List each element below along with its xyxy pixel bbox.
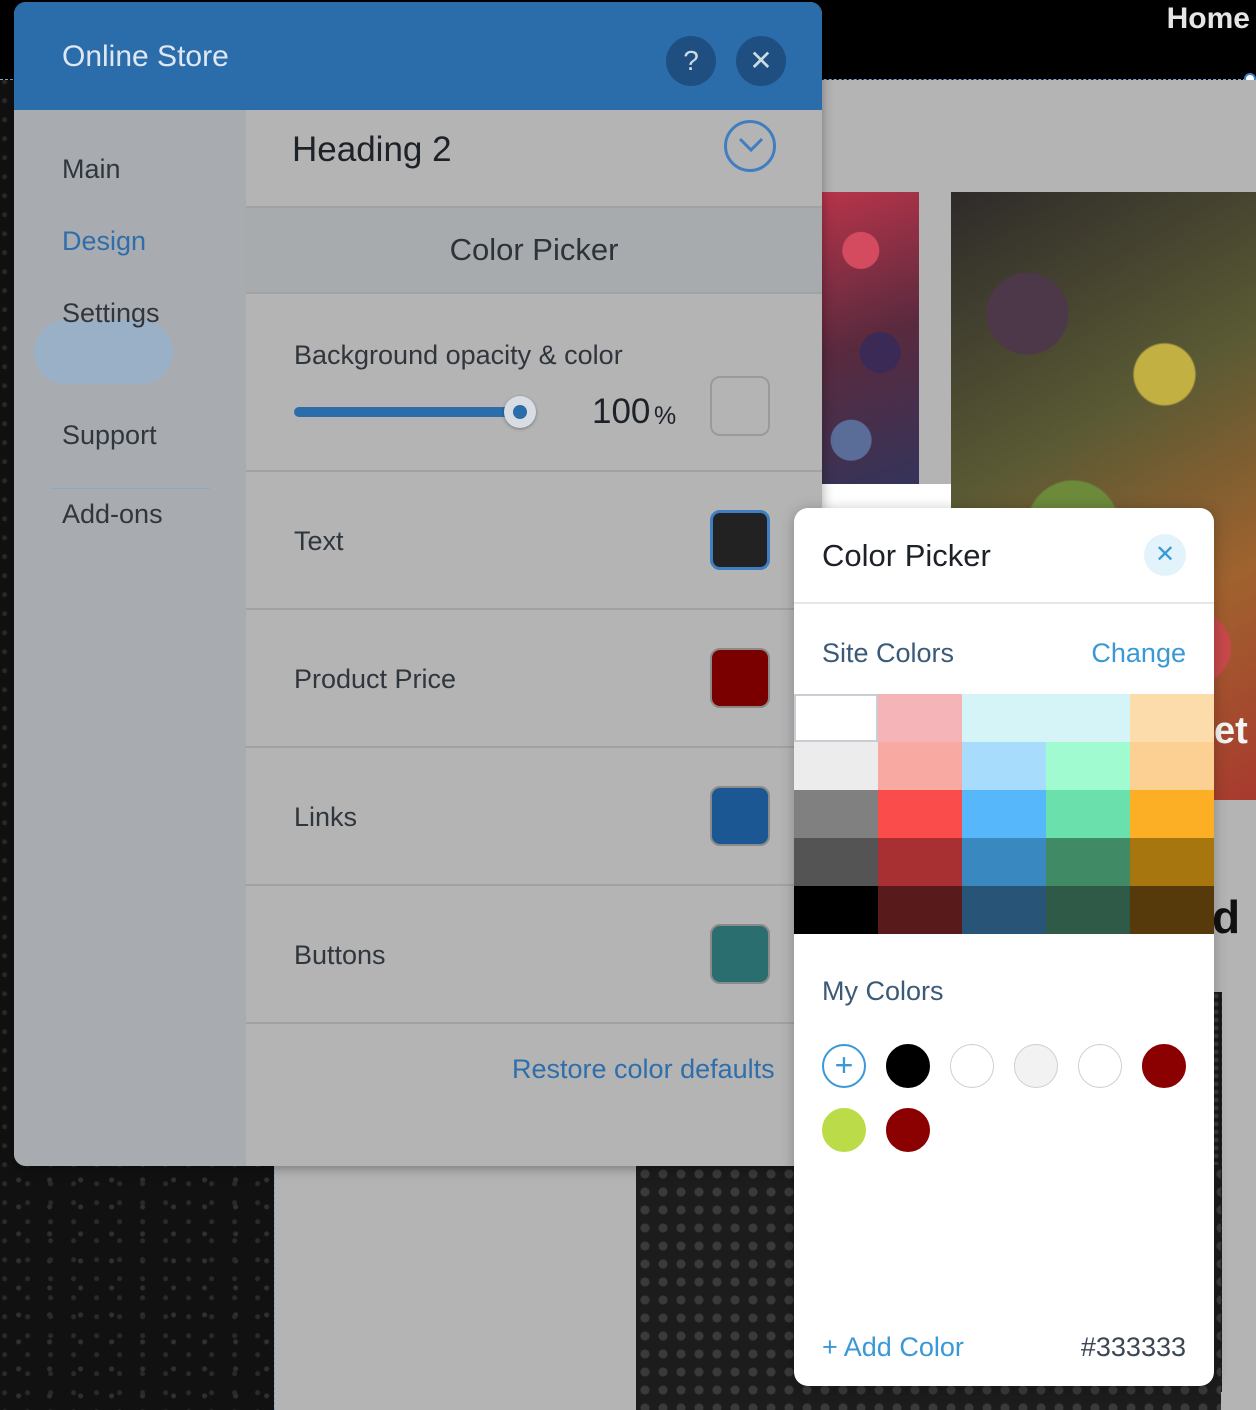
divider [246, 470, 822, 472]
section-title: Heading 2 [292, 130, 452, 169]
color-picker-subheader: Color Picker [246, 208, 822, 294]
palette-swatch[interactable] [1046, 742, 1130, 790]
palette-swatch[interactable] [962, 838, 1046, 886]
question-icon: ? [683, 45, 699, 76]
panel-title: Online Store [62, 40, 229, 73]
divider [794, 602, 1214, 604]
palette-swatch[interactable] [1130, 694, 1214, 742]
palette-swatch[interactable] [794, 886, 878, 934]
divider [246, 608, 822, 610]
palette-swatch[interactable] [1130, 886, 1214, 934]
palette-swatch[interactable] [1046, 790, 1130, 838]
add-color-link[interactable]: + Add Color [822, 1332, 964, 1363]
divider [246, 1022, 822, 1024]
sidebar-active-highlight [34, 320, 173, 384]
close-picker-button[interactable]: ✕ [1144, 534, 1186, 576]
my-colors-label: My Colors [822, 976, 944, 1006]
expand-button[interactable] [724, 120, 776, 172]
color-picker-popup: Color Picker ✕ Site Colors Change My Col… [794, 508, 1214, 1386]
text-color-swatch[interactable] [710, 510, 770, 570]
panel-header: Online Store ? ✕ [14, 2, 822, 110]
text-color-label: Text [294, 526, 344, 556]
palette-swatch[interactable] [962, 694, 1046, 742]
my-color-swatch[interactable] [1078, 1044, 1122, 1088]
palette-swatch[interactable] [1046, 694, 1130, 742]
close-icon: ✕ [1154, 541, 1176, 568]
palette-swatch[interactable] [878, 694, 962, 742]
product-price-color-label: Product Price [294, 664, 457, 694]
panel-sidebar: Main Design Settings Support Add-ons [14, 110, 246, 1166]
palette-swatch[interactable] [794, 790, 878, 838]
palette-swatch[interactable] [878, 886, 962, 934]
palette-swatch[interactable] [962, 886, 1046, 934]
palette-swatch[interactable] [1130, 838, 1214, 886]
palette-swatch[interactable] [1130, 790, 1214, 838]
palette-swatch[interactable] [794, 694, 878, 742]
palette-swatch[interactable] [878, 742, 962, 790]
site-heading-fragment: et [1214, 710, 1248, 752]
site-colors-label: Site Colors [822, 638, 955, 668]
chevron-down-icon [738, 137, 764, 153]
sidebar-divider [50, 488, 210, 489]
palette-swatch[interactable] [878, 790, 962, 838]
site-nav-home[interactable]: Home [1167, 2, 1250, 36]
plus-icon: + [834, 1047, 854, 1083]
change-site-colors-link[interactable]: Change [1091, 638, 1186, 669]
palette-swatch[interactable] [962, 790, 1046, 838]
hex-value[interactable]: #333333 [1081, 1332, 1186, 1363]
links-color-swatch[interactable] [710, 786, 770, 846]
palette-swatch[interactable] [1046, 886, 1130, 934]
palette-swatch[interactable] [1046, 838, 1130, 886]
add-my-color-button[interactable]: + [822, 1044, 866, 1088]
palette-swatch[interactable] [794, 742, 878, 790]
buttons-color-swatch[interactable] [710, 924, 770, 984]
online-store-panel: Online Store ? ✕ Main Design Settings Su… [14, 2, 822, 1166]
sidebar-item-settings[interactable]: Settings [62, 298, 160, 329]
opacity-slider-track[interactable] [294, 407, 520, 417]
restore-color-defaults-link[interactable]: Restore color defaults [512, 1054, 775, 1085]
buttons-color-label: Buttons [294, 940, 386, 970]
palette-swatch[interactable] [962, 742, 1046, 790]
sidebar-item-support[interactable]: Support [62, 420, 157, 451]
links-color-label: Links [294, 802, 358, 832]
help-button[interactable]: ? [666, 36, 716, 86]
my-color-swatch[interactable] [822, 1108, 866, 1152]
opacity-value[interactable]: 100 [592, 392, 650, 432]
divider [246, 746, 822, 748]
opacity-unit: % [654, 402, 677, 430]
berries-image [822, 192, 919, 484]
design-content: Heading 2 Color Picker Background opacit… [246, 110, 822, 1166]
background-color-swatch[interactable] [710, 376, 770, 436]
sidebar-item-design[interactable]: Design [62, 226, 146, 257]
close-icon: ✕ [749, 45, 773, 76]
my-color-swatch[interactable] [886, 1044, 930, 1088]
palette-swatch[interactable] [794, 838, 878, 886]
background-opacity-label: Background opacity & color [294, 340, 623, 370]
product-price-color-swatch[interactable] [710, 648, 770, 708]
sidebar-item-main[interactable]: Main [62, 154, 121, 185]
my-color-swatch[interactable] [1014, 1044, 1058, 1088]
subheader-title: Color Picker [449, 232, 619, 267]
my-color-swatch[interactable] [950, 1044, 994, 1088]
divider [246, 884, 822, 886]
my-color-swatch[interactable] [886, 1108, 930, 1152]
picker-title: Color Picker [822, 538, 991, 573]
sidebar-item-add-ons[interactable]: Add-ons [62, 499, 163, 530]
opacity-slider-thumb[interactable] [504, 396, 536, 428]
palette-swatch[interactable] [878, 838, 962, 886]
my-color-swatch[interactable] [1142, 1044, 1186, 1088]
site-heading-fragment: d [1212, 891, 1241, 943]
divider [246, 292, 822, 294]
site-color-palette [794, 694, 1214, 934]
close-panel-button[interactable]: ✕ [736, 36, 786, 86]
palette-swatch[interactable] [1130, 742, 1214, 790]
